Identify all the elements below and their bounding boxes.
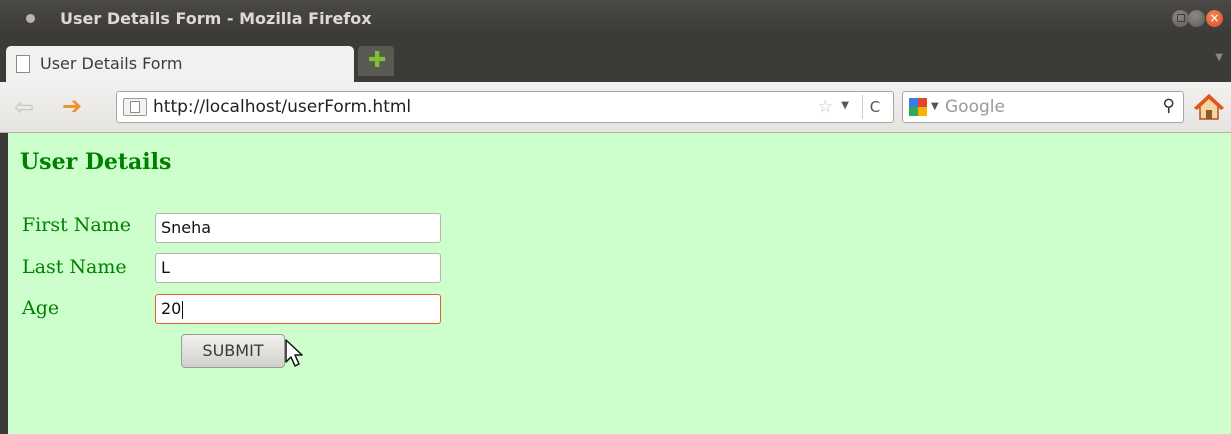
- reload-icon[interactable]: C: [862, 95, 887, 119]
- window-title: User Details Form - Mozilla Firefox: [60, 9, 372, 28]
- age-label: Age: [22, 297, 60, 319]
- last-name-label: Last Name: [22, 256, 127, 278]
- tab-list-dropdown-icon[interactable]: ▼: [1215, 52, 1223, 63]
- close-button[interactable]: ×: [1206, 10, 1223, 27]
- search-input[interactable]: Google: [945, 97, 1005, 117]
- page-title: User Details: [20, 149, 172, 175]
- tab-strip: User Details Form ✚ ▼: [0, 38, 1231, 82]
- search-engine-dropdown-icon[interactable]: ▼: [931, 101, 939, 112]
- search-bar[interactable]: ▼ Google ⚲: [902, 91, 1184, 123]
- window-titlebar: User Details Form - Mozilla Firefox ×: [0, 0, 1231, 38]
- first-name-label: First Name: [22, 214, 131, 236]
- tab-user-details-form[interactable]: User Details Form: [6, 46, 354, 82]
- mouse-pointer-icon: [284, 338, 306, 368]
- navigation-toolbar: ⇦ ➔ http://localhost/userForm.html ☆ ▼ C…: [0, 82, 1231, 133]
- url-text[interactable]: http://localhost/userForm.html: [153, 97, 411, 117]
- minimize-button[interactable]: [1188, 10, 1205, 27]
- new-tab-button[interactable]: ✚: [358, 46, 394, 76]
- url-bar[interactable]: http://localhost/userForm.html ☆ ▼ C: [116, 91, 894, 123]
- forward-arrow-icon[interactable]: ➔: [62, 94, 82, 118]
- home-icon[interactable]: [1194, 93, 1224, 121]
- maximize-button[interactable]: [1172, 10, 1189, 27]
- url-history-dropdown-icon[interactable]: ▼: [841, 100, 849, 111]
- age-field-value: 20: [161, 299, 182, 318]
- tab-label: User Details Form: [40, 54, 183, 73]
- google-icon[interactable]: [909, 98, 927, 116]
- site-identity-icon[interactable]: [123, 98, 147, 116]
- last-name-field[interactable]: L: [155, 253, 441, 283]
- text-caret: [182, 300, 184, 319]
- age-field[interactable]: 20: [155, 294, 441, 324]
- page-content: User Details First Name Sneha Last Name …: [8, 133, 1231, 434]
- submit-button[interactable]: SUBMIT: [181, 334, 285, 368]
- plus-icon: ✚: [368, 48, 387, 73]
- star-icon[interactable]: ☆: [818, 97, 833, 117]
- magnifier-icon[interactable]: ⚲: [1163, 96, 1175, 116]
- page-icon: [16, 55, 30, 73]
- back-arrow-icon[interactable]: ⇦: [14, 95, 34, 119]
- first-name-field[interactable]: Sneha: [155, 213, 441, 243]
- window-menu-icon[interactable]: [26, 14, 35, 23]
